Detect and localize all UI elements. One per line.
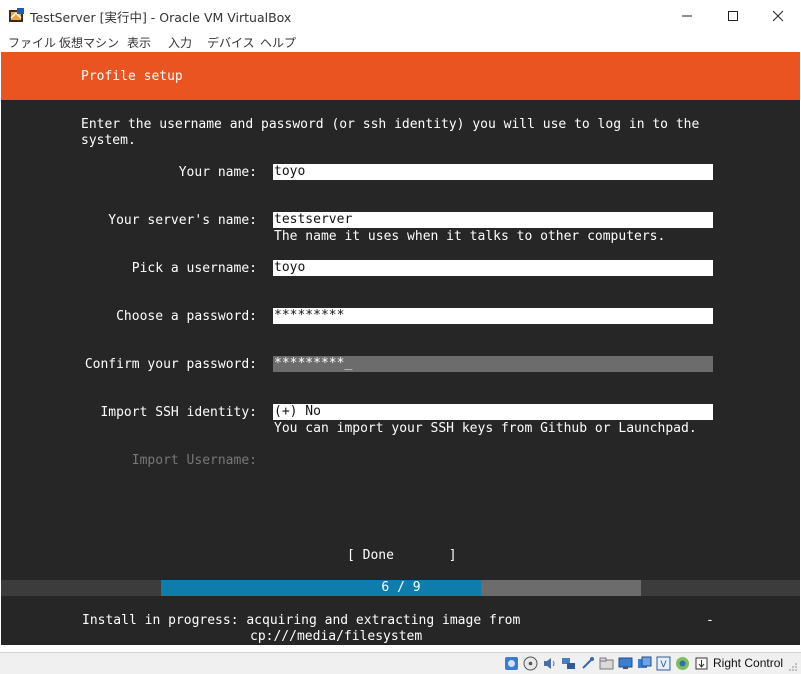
installer-header: Profile setup xyxy=(1,52,800,100)
progress-label: 6 / 9 xyxy=(381,580,421,595)
shared-folders-icon[interactable] xyxy=(599,656,614,671)
minimize-icon xyxy=(682,15,692,16)
host-key-label: Right Control xyxy=(713,656,784,670)
display-icon[interactable] xyxy=(618,656,633,671)
menu-input[interactable]: 入力 xyxy=(168,34,192,51)
vm-console[interactable]: Profile setup Enter the username and pas… xyxy=(1,52,800,645)
hard-disk-icon[interactable] xyxy=(504,656,519,671)
intro-line-2: system. xyxy=(81,133,136,148)
menu-view[interactable]: 表示 xyxy=(127,34,151,51)
close-icon xyxy=(772,10,784,21)
install-status-line-2: cp:///media/filesystem xyxy=(250,629,423,644)
maximize-button[interactable] xyxy=(710,0,756,31)
vm-status-bar: V Right Control xyxy=(0,652,801,674)
video-capture-icon[interactable]: V xyxy=(656,656,671,671)
progress-bar: 6 / 9 xyxy=(161,580,641,596)
optical-drive-icon[interactable] xyxy=(523,656,538,671)
close-button[interactable] xyxy=(755,0,801,31)
server-name-label: Your server's name: xyxy=(108,213,257,228)
server-name-hint: The name it uses when it talks to other … xyxy=(274,229,666,244)
password-field[interactable]: ********* xyxy=(273,308,713,324)
usb-icon[interactable] xyxy=(580,656,595,671)
menu-machine[interactable]: 仮想マシン xyxy=(59,34,119,51)
menu-help[interactable]: ヘルプ xyxy=(260,34,296,51)
username-field[interactable]: toyo xyxy=(273,260,713,276)
install-status-line-1: Install in progress: acquiring and extra… xyxy=(82,613,521,628)
svg-text:V: V xyxy=(660,660,667,670)
maximize-icon xyxy=(728,10,738,21)
window-title: TestServer [実行中] - Oracle VM VirtualBox xyxy=(30,10,292,25)
install-spinner: - xyxy=(706,613,714,628)
resize-grip-icon[interactable] xyxy=(788,662,798,672)
import-ssh-label: Import SSH identity: xyxy=(100,405,257,420)
intro-text: Enter the username and password (or ssh … xyxy=(81,117,721,149)
virtualbox-icon xyxy=(9,8,24,22)
menu-bar: ファイル 仮想マシン 表示 入力 デバイス ヘルプ xyxy=(0,31,801,52)
done-button[interactable]: [ Done ] xyxy=(347,548,457,563)
server-name-field[interactable]: testserver xyxy=(273,212,713,228)
password-label: Choose a password: xyxy=(116,309,257,324)
username-label: Pick a username: xyxy=(131,261,257,276)
your-name-label: Your name: xyxy=(178,165,257,180)
menu-file[interactable]: ファイル xyxy=(8,34,56,51)
cpu-icon[interactable] xyxy=(675,656,690,671)
progress-area: 6 / 9 xyxy=(1,580,800,596)
menu-devices[interactable]: デバイス xyxy=(207,34,255,51)
confirm-password-label: Confirm your password: xyxy=(84,357,257,372)
import-username-label: Import Username: xyxy=(131,453,257,468)
import-ssh-select[interactable]: (+) No xyxy=(273,404,713,420)
page-title: Profile setup xyxy=(81,69,183,84)
audio-icon[interactable] xyxy=(542,656,557,671)
minimize-button[interactable] xyxy=(664,0,710,31)
confirm-password-field[interactable]: *********_ xyxy=(273,356,713,372)
import-ssh-hint: You can import your SSH keys from Github… xyxy=(274,421,697,436)
mouse-integration-icon[interactable] xyxy=(694,656,709,671)
network-icon[interactable] xyxy=(561,656,576,671)
your-name-field[interactable]: toyo xyxy=(273,164,713,180)
intro-line-1: Enter the username and password (or ssh … xyxy=(81,117,700,132)
recording-icon[interactable] xyxy=(637,656,652,671)
title-bar: TestServer [実行中] - Oracle VM VirtualBox xyxy=(0,0,801,31)
